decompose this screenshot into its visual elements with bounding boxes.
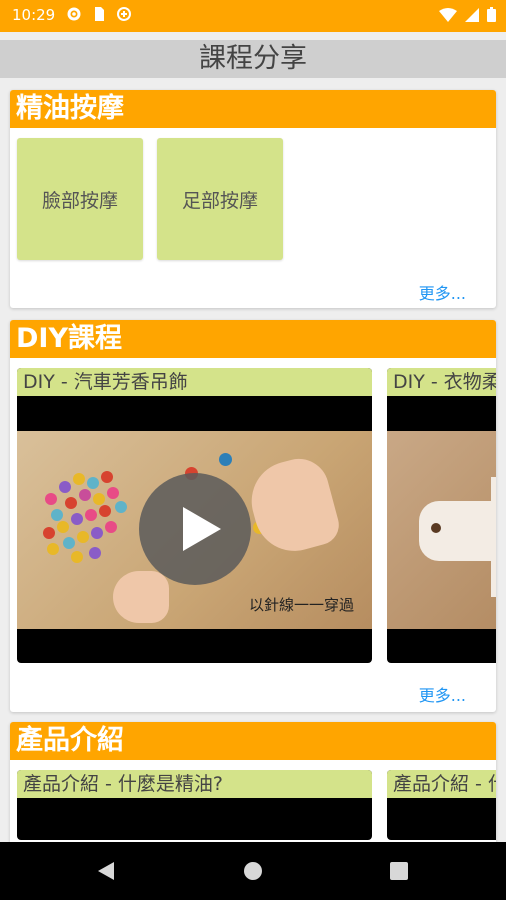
product-card: 產品介紹 產品介紹 - 什麼是精油? 產品介紹 - 什 xyxy=(10,722,496,847)
video-caption: 以針線一一穿過 xyxy=(248,596,354,614)
more-link-diy[interactable]: 更多... xyxy=(419,682,466,706)
page-title: 課程分享 xyxy=(0,40,506,78)
play-icon xyxy=(183,507,221,551)
play-button[interactable] xyxy=(139,473,251,585)
diy-card: DIY課程 DIY - 汽車芳香吊飾 以針線一一穿過 DIY - 衣物柔 更多.… xyxy=(10,320,496,712)
home-icon[interactable] xyxy=(244,862,262,880)
navigation-bar xyxy=(0,842,506,900)
status-time: 10:29 xyxy=(12,6,56,24)
video-card[interactable]: 產品介紹 - 什麼是精油? xyxy=(17,770,372,840)
signal-icon xyxy=(465,7,479,26)
video-title: DIY - 衣物柔 xyxy=(387,368,496,396)
foot-massage-tile[interactable]: 足部按摩 xyxy=(157,138,283,260)
essential-oil-card: 精油按摩 臉部按摩 足部按摩 更多... xyxy=(10,90,496,308)
section-title-diy: DIY課程 xyxy=(10,320,496,358)
recents-icon[interactable] xyxy=(390,862,408,880)
video-card[interactable]: DIY - 汽車芳香吊飾 以針線一一穿過 xyxy=(17,368,372,663)
data-saver-icon xyxy=(116,6,132,26)
status-icons-left xyxy=(66,6,132,26)
section-title-essential-oil: 精油按摩 xyxy=(10,90,496,128)
video-title: 產品介紹 - 什麼是精油? xyxy=(17,770,372,798)
battery-icon xyxy=(487,7,496,26)
status-icons-right xyxy=(439,7,496,26)
wifi-icon xyxy=(439,7,457,26)
more-link-essential-oil[interactable]: 更多... xyxy=(419,280,466,304)
video-title: DIY - 汽車芳香吊飾 xyxy=(17,368,372,396)
status-bar: 10:29 xyxy=(0,0,506,32)
gear-icon xyxy=(66,6,82,26)
video-card[interactable]: DIY - 衣物柔 xyxy=(387,368,496,663)
video-card[interactable]: 產品介紹 - 什 xyxy=(387,770,496,840)
video-thumbnail[interactable]: 以針線一一穿過 xyxy=(17,431,372,629)
face-massage-tile[interactable]: 臉部按摩 xyxy=(17,138,143,260)
video-title: 產品介紹 - 什 xyxy=(387,770,496,798)
sim-card-icon xyxy=(92,6,106,26)
video-thumbnail[interactable] xyxy=(387,431,496,629)
section-title-products: 產品介紹 xyxy=(10,722,496,760)
back-icon[interactable] xyxy=(96,860,116,886)
